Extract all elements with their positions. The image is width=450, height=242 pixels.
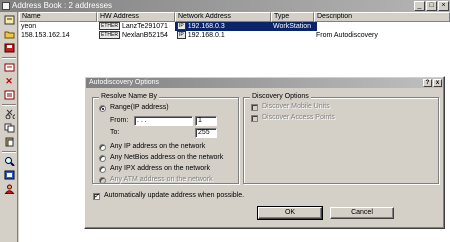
new-entry-icon[interactable]	[2, 61, 16, 73]
range-label: Range(IP address)	[110, 104, 169, 111]
table-row-name[interactable]: 158.153.162.14	[19, 31, 97, 40]
maximize-button[interactable]: □	[426, 1, 437, 11]
paste-icon[interactable]	[2, 136, 16, 148]
discovery-options-group: Discovery Options Discover Mobile Units …	[243, 93, 439, 184]
table-row-description[interactable]	[314, 22, 317, 31]
any-atm-label: Any ATM address on the network	[110, 176, 213, 183]
window-title: Address Book : 2 addresses	[12, 1, 113, 10]
table-row-name[interactable]: yeon	[19, 22, 97, 31]
column-header-description[interactable]: Description	[314, 12, 450, 22]
any-ipx-label: Any IPX address on the network	[110, 165, 210, 172]
discover-mobile-label: Discover Mobile Units	[262, 103, 330, 110]
discover-ap-label: Discover Access Points	[262, 114, 335, 121]
close-button[interactable]: ×	[438, 1, 449, 11]
any-netbios-label: Any NetBios address on the network	[110, 154, 224, 161]
window-title-bar: Address Book : 2 addresses _ □ ×	[0, 0, 450, 12]
range-radio[interactable]	[99, 105, 106, 112]
user-icon[interactable]	[2, 183, 16, 195]
ok-button[interactable]: OK	[257, 206, 323, 220]
find-icon[interactable]	[2, 155, 16, 167]
from-ip-field[interactable]: . . .	[134, 116, 193, 126]
ether-badge: ETHER	[99, 22, 120, 30]
dialog-close-button[interactable]: x	[433, 79, 442, 87]
table-row-type[interactable]: WorkStation	[271, 22, 314, 31]
left-toolbar: ✕	[0, 12, 18, 242]
resolve-name-by-group: Resolve Name By Range(IP address) From: …	[92, 93, 239, 184]
column-header-type[interactable]: Type	[271, 12, 314, 22]
column-header-hw-address[interactable]: HW Address	[97, 12, 175, 22]
any-ipx-radio[interactable]	[99, 166, 106, 173]
import-icon[interactable]	[2, 169, 16, 181]
copy-icon[interactable]	[2, 122, 16, 134]
any-netbios-radio[interactable]	[99, 155, 106, 162]
cancel-button[interactable]: Cancel	[330, 207, 394, 219]
from-last-octet-field[interactable]: 1	[195, 116, 217, 126]
minimize-button[interactable]: _	[414, 1, 425, 11]
cut-icon[interactable]	[2, 108, 16, 120]
any-ip-label: Any IP address on the network	[110, 143, 206, 150]
any-ip-radio[interactable]	[99, 144, 106, 151]
autodiscovery-options-dialog: Autodiscovery Options ? x Resolve Name B…	[84, 76, 445, 229]
discovery-options-legend: Discovery Options	[250, 93, 311, 101]
dialog-title-bar: Autodiscovery Options ? x	[86, 78, 443, 88]
auto-update-checkbox[interactable]: ✓	[93, 193, 100, 200]
table-row-type[interactable]	[271, 31, 314, 40]
table-row-description[interactable]: From Autodiscovery	[314, 31, 450, 40]
dialog-title: Autodiscovery Options	[89, 79, 160, 86]
auto-update-label: Automatically update address when possib…	[104, 192, 245, 199]
address-book-icon[interactable]	[2, 14, 16, 26]
column-header-network-address[interactable]: Network Address	[175, 12, 271, 22]
from-label: From:	[110, 117, 129, 124]
ip-badge: IP	[177, 31, 186, 39]
to-last-octet-field[interactable]: 255	[195, 128, 217, 138]
to-label: To:	[110, 129, 120, 136]
discover-mobile-checkbox[interactable]	[251, 104, 258, 111]
any-atm-radio[interactable]	[99, 177, 106, 184]
delete-icon[interactable]: ✕	[2, 75, 16, 87]
table-row-hw-address[interactable]: ETHER LanzTe291071	[97, 22, 175, 31]
table-row-network-address[interactable]: IP 192.168.0.3	[175, 22, 271, 31]
ip-badge: IP	[177, 22, 186, 30]
save-icon[interactable]	[2, 42, 16, 54]
column-header-name[interactable]: Name	[19, 12, 97, 22]
table-row-hw-address[interactable]: ETHER NexlanB52154	[97, 31, 175, 40]
app-icon	[2, 2, 10, 10]
table-row-network-address[interactable]: IP 192.168.0.1	[175, 31, 271, 40]
properties-icon[interactable]	[2, 89, 16, 101]
discover-ap-checkbox[interactable]	[251, 115, 258, 122]
open-folder-icon[interactable]	[2, 28, 16, 40]
resolve-name-by-legend: Resolve Name By	[99, 93, 160, 101]
ether-badge: ETHER	[99, 31, 120, 39]
help-button[interactable]: ?	[423, 79, 432, 87]
